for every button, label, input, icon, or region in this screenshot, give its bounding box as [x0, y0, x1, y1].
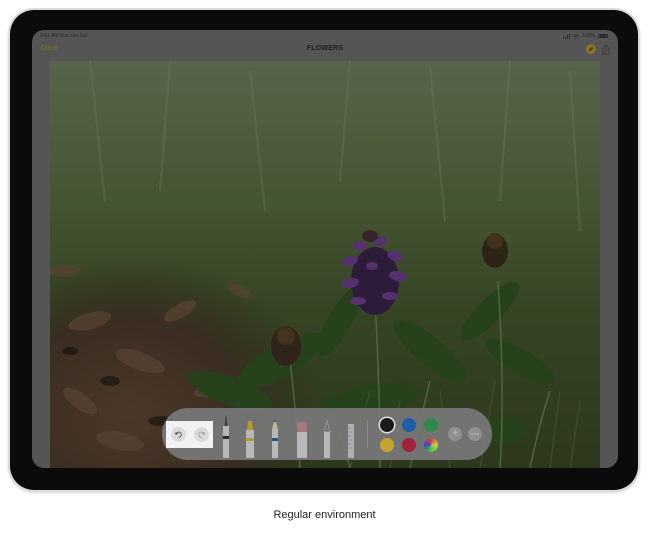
undo-icon[interactable]: [170, 427, 186, 442]
color-swatch-yellow[interactable]: [380, 438, 394, 452]
flower-photo[interactable]: [50, 61, 600, 468]
plus-icon[interactable]: +: [448, 427, 462, 441]
photo-image: [50, 61, 600, 468]
canvas: 9:41 AM Mon Jun 3rd 100% Done FLOWERS + …: [0, 0, 649, 535]
eraser-tool-icon[interactable]: [295, 418, 309, 458]
pen-tool-icon[interactable]: [220, 412, 232, 458]
tool-palette: +: [162, 408, 492, 460]
ipad-screen: 9:41 AM Mon Jun 3rd 100% Done FLOWERS +: [32, 30, 618, 468]
color-swatch-red[interactable]: [402, 438, 416, 452]
status-time: 9:41 AM: [40, 33, 59, 39]
more-icon[interactable]: [468, 427, 482, 441]
palette-divider: [367, 420, 368, 448]
pencil-tool-icon[interactable]: [269, 416, 281, 458]
status-bar: 9:41 AM Mon Jun 3rd 100%: [32, 30, 618, 42]
color-swatch-blue[interactable]: [402, 418, 416, 432]
battery-icon: [598, 34, 608, 38]
page-title: FLOWERS: [306, 45, 344, 52]
color-swatch-black[interactable]: [380, 418, 394, 432]
nav-bar: Done FLOWERS: [32, 42, 618, 60]
redo-icon[interactable]: [193, 427, 209, 442]
lasso-tool-icon[interactable]: [321, 418, 333, 458]
ruler-tool-icon[interactable]: [345, 422, 357, 458]
undo-redo-group: [166, 421, 213, 448]
status-date: Mon Jun 3rd: [59, 33, 87, 39]
markup-pen-icon[interactable]: [586, 44, 596, 54]
color-picker-icon[interactable]: [424, 438, 438, 452]
signal-icon: [563, 33, 571, 39]
marker-tool-icon[interactable]: [244, 418, 256, 458]
wifi-icon: [573, 33, 580, 39]
color-swatch-green[interactable]: [424, 418, 438, 432]
battery-percent: 100%: [582, 33, 595, 39]
caption: Regular environment: [273, 509, 376, 521]
status-indicators: 100%: [563, 33, 608, 39]
share-icon[interactable]: [601, 44, 611, 55]
